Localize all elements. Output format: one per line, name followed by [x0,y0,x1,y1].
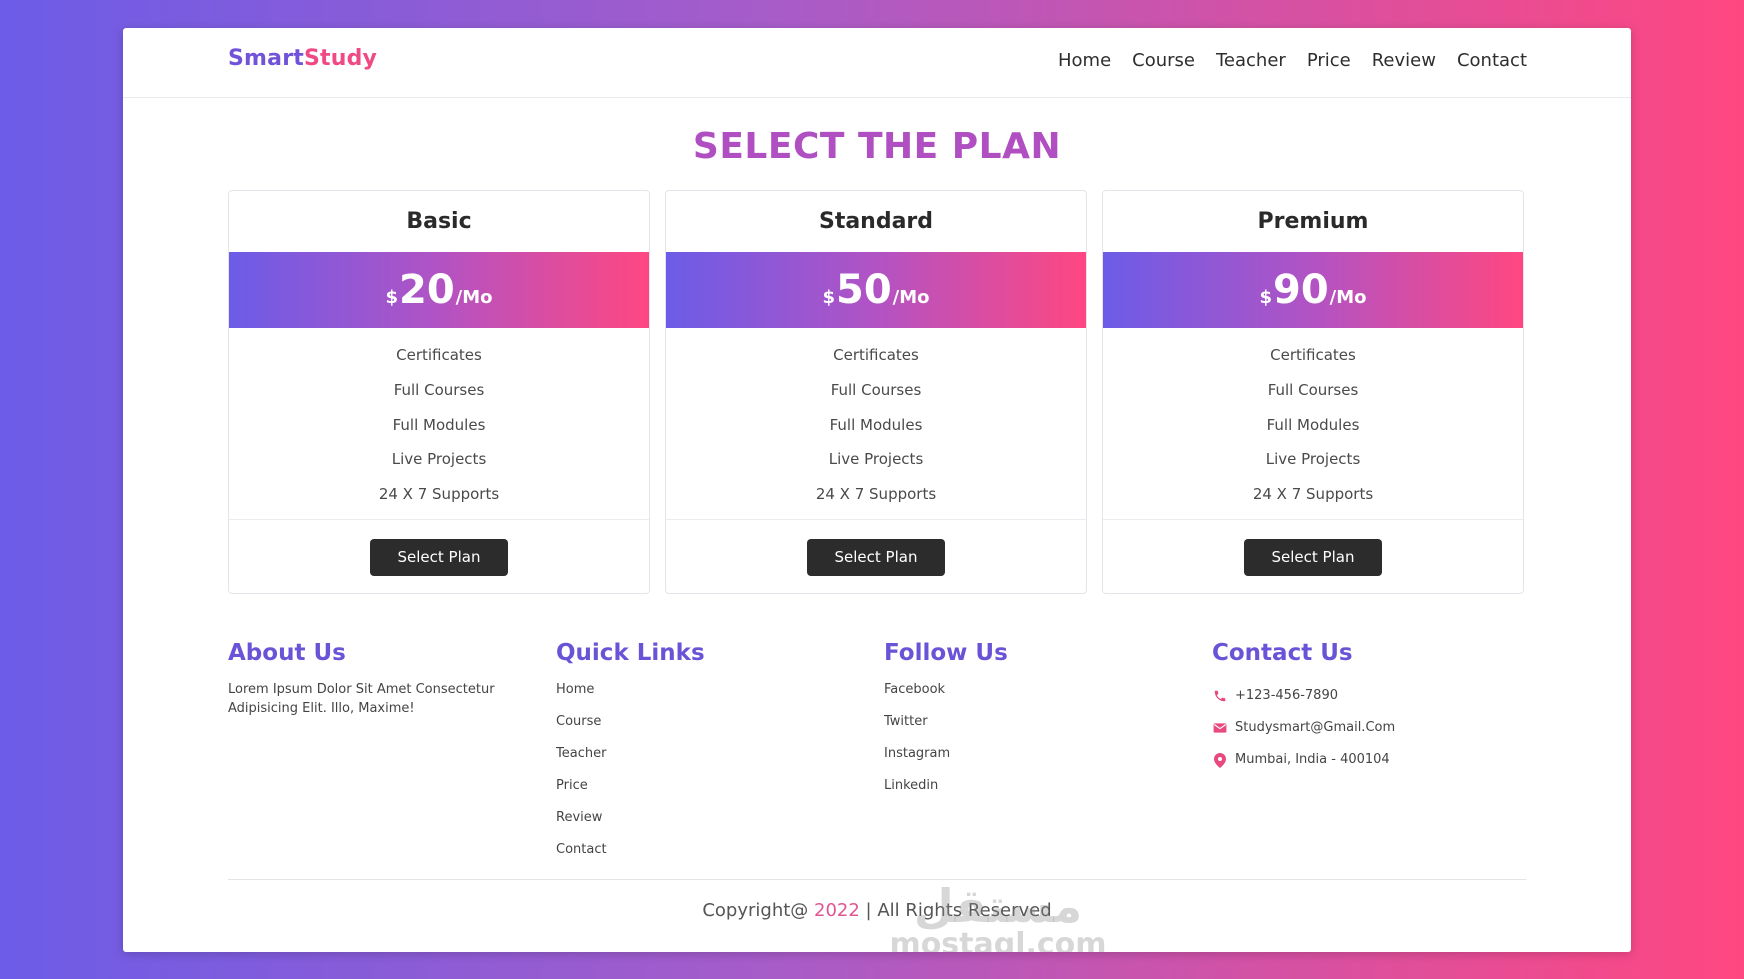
footer-link-home[interactable]: Home [556,680,876,712]
price-currency: $ [385,286,398,308]
feature-item: Full Modules [829,415,923,434]
feature-item: 24 X 7 Supports [378,485,500,504]
plans-row: Basic $20/Mo Certificates Full Courses F… [228,190,1524,594]
contact-address-text: Mumbai, India - 400104 [1235,752,1390,767]
price-period: /Mo [892,286,930,308]
copyright-prefix: Copyright@ [702,900,815,921]
nav-links: Home Course Teacher Price Review Contact [1058,50,1527,71]
feature-item: Full Modules [392,415,486,434]
feature-item: Full Courses [830,380,922,399]
footer-link-review[interactable]: Review [556,808,876,840]
footer-contact-title: Contact Us [1212,640,1353,666]
footer-contact: Contact Us +123-456-7890 Studysmart@Gmai… [1212,640,1532,776]
copyright: Copyright@ 2022 | All Rights Reserved [123,900,1631,921]
copyright-year: 2022 [814,900,860,921]
footer-follow-title: Follow Us [884,640,1008,666]
nav-course[interactable]: Course [1132,50,1195,71]
feature-item: 24 X 7 Supports [815,485,937,504]
feature-item: Certificates [833,346,919,364]
footer-quick-links-title: Quick Links [556,640,705,666]
footer-link-teacher[interactable]: Teacher [556,744,876,776]
brand-part2: Study [303,46,378,71]
nav-price[interactable]: Price [1307,50,1351,71]
brand-logo[interactable]: SmartStudy [228,46,377,71]
plan-features: Certificates Full Courses Full Modules L… [229,328,649,520]
phone-icon [1212,689,1228,703]
page-window: SmartStudy Home Course Teacher Price Rev… [123,28,1631,952]
plan-price: $50/Mo [666,252,1086,328]
feature-item: Live Projects [391,450,487,469]
plan-features: Certificates Full Courses Full Modules L… [666,328,1086,520]
contact-address: Mumbai, India - 400104 [1212,744,1532,776]
feature-item: Certificates [1270,346,1356,364]
page-title: SELECT THE PLAN [692,126,1062,167]
navbar: SmartStudy Home Course Teacher Price Rev… [123,28,1631,98]
footer-about-text: Lorem Ipsum Dolor Sit Amet Consectetur A… [228,682,495,716]
nav-teacher[interactable]: Teacher [1216,50,1286,71]
plan-name: Standard [818,209,934,234]
price-amount: 20 [399,267,455,313]
price-period: /Mo [1329,286,1367,308]
feature-item: Certificates [396,346,482,364]
contact-phone-text: +123-456-7890 [1235,688,1338,703]
select-plan-button-premium[interactable]: Select Plan [1244,539,1382,576]
feature-item: Full Courses [393,380,485,399]
copyright-suffix: | All Rights Reserved [859,900,1052,921]
feature-item: 24 X 7 Supports [1252,485,1374,504]
select-plan-button-basic[interactable]: Select Plan [370,539,508,576]
footer-link-facebook[interactable]: Facebook [884,680,1204,712]
feature-item: Full Courses [1267,380,1359,399]
plan-card-basic: Basic $20/Mo Certificates Full Courses F… [228,190,650,594]
footer-divider [228,879,1526,880]
contact-email[interactable]: Studysmart@Gmail.Com [1212,712,1532,744]
plan-card-premium: Premium $90/Mo Certificates Full Courses… [1102,190,1524,594]
footer-about-title: About Us [228,640,346,666]
plan-name: Premium [1257,209,1369,234]
footer-quick-links: Quick Links Home Course Teacher Price Re… [556,640,876,872]
price-amount: 90 [1273,267,1329,313]
contact-phone[interactable]: +123-456-7890 [1212,680,1532,712]
price-period: /Mo [455,286,493,308]
watermark-latin: mostaql.com [889,927,1107,953]
price-amount: 50 [836,267,892,313]
footer-link-linkedin[interactable]: Linkedin [884,776,1204,808]
plan-card-standard: Standard $50/Mo Certificates Full Course… [665,190,1087,594]
nav-contact[interactable]: Contact [1457,50,1527,71]
plan-price: $90/Mo [1103,252,1523,328]
feature-item: Live Projects [1265,450,1361,469]
price-currency: $ [822,286,835,308]
footer-about: About Us Lorem Ipsum Dolor Sit Amet Cons… [228,640,548,718]
feature-item: Live Projects [828,450,924,469]
price-currency: $ [1259,286,1272,308]
nav-home[interactable]: Home [1058,50,1111,71]
brand-part1: Smart [228,46,304,71]
footer-link-twitter[interactable]: Twitter [884,712,1204,744]
footer-link-instagram[interactable]: Instagram [884,744,1204,776]
footer-follow: Follow Us Facebook Twitter Instagram Lin… [884,640,1204,808]
feature-item: Full Modules [1266,415,1360,434]
mail-icon [1212,722,1228,734]
footer-link-course[interactable]: Course [556,712,876,744]
nav-review[interactable]: Review [1372,50,1436,71]
footer-link-price[interactable]: Price [556,776,876,808]
select-plan-button-standard[interactable]: Select Plan [807,539,945,576]
location-pin-icon [1212,752,1228,768]
plan-price: $20/Mo [229,252,649,328]
contact-email-text: Studysmart@Gmail.Com [1235,720,1396,735]
footer-link-contact[interactable]: Contact [556,840,876,872]
plan-features: Certificates Full Courses Full Modules L… [1103,328,1523,520]
plan-name: Basic [406,209,472,234]
